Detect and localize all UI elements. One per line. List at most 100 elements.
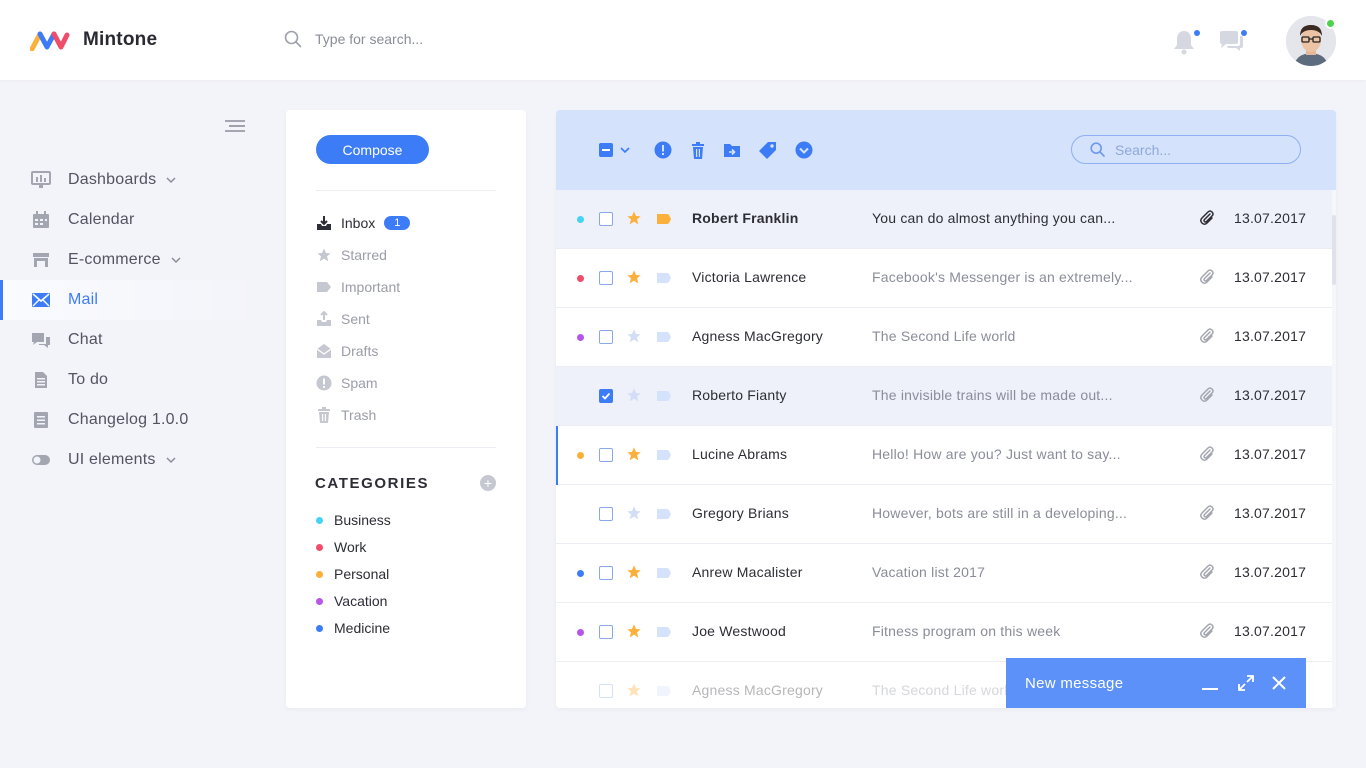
row-checkbox[interactable] <box>599 330 613 344</box>
category-color-dot <box>316 597 323 605</box>
add-category-button[interactable]: + <box>480 475 496 491</box>
category-vacation[interactable]: Vacation <box>316 592 387 610</box>
mail-date: 13.07.2017 <box>1234 387 1307 403</box>
close-button[interactable] <box>1271 675 1287 691</box>
folder-label: Inbox <box>341 215 376 231</box>
global-search-input[interactable] <box>315 31 615 47</box>
delete-icon <box>692 141 704 159</box>
sidebar-item-dashboards[interactable]: Dashboards <box>0 160 260 200</box>
folder-drafts[interactable]: Drafts <box>316 341 378 361</box>
star-icon[interactable] <box>626 623 642 639</box>
mail-row[interactable]: Anrew Macalister Vacation list 2017 13.07.… <box>556 544 1332 603</box>
category-label: Personal <box>334 566 390 582</box>
mail-subject: Vacation list 2017 <box>872 564 986 580</box>
delete-button[interactable] <box>688 140 708 160</box>
star-icon[interactable] <box>626 328 642 344</box>
row-checkbox[interactable] <box>599 271 613 285</box>
sidebar-item-ui-elements[interactable]: UI elements <box>0 440 260 480</box>
label-icon[interactable] <box>656 507 672 521</box>
star-icon[interactable] <box>626 210 642 226</box>
menu-toggle-button[interactable] <box>223 118 247 136</box>
folder-starred[interactable]: Starred <box>316 245 387 265</box>
star-icon[interactable] <box>626 269 642 285</box>
expand-button[interactable] <box>1238 675 1254 691</box>
mail-row[interactable]: Roberto Fianty The invisible trains will … <box>556 367 1332 426</box>
mail-row[interactable]: Robert Franklin You can do almost anythin… <box>556 190 1332 249</box>
folder-spam[interactable]: Spam <box>316 373 378 393</box>
row-checkbox[interactable] <box>599 625 613 639</box>
category-label: Business <box>334 512 391 528</box>
important-icon <box>654 141 672 159</box>
row-checkbox[interactable] <box>599 684 613 698</box>
category-medicine[interactable]: Medicine <box>316 619 390 637</box>
sidebar-item-changelog[interactable]: Changelog 1.0.0 <box>0 400 260 440</box>
more-actions-button[interactable] <box>794 140 814 160</box>
row-checkbox[interactable] <box>599 448 613 462</box>
row-checkbox[interactable] <box>599 212 613 226</box>
sender-name: Joe Westwood <box>692 623 786 639</box>
label-icon[interactable] <box>656 212 672 226</box>
mail-date: 13.07.2017 <box>1234 564 1307 580</box>
mail-row[interactable]: Agness MacGregory The Second Life world 13… <box>556 308 1332 367</box>
label-icon[interactable] <box>656 271 672 285</box>
row-checkbox[interactable] <box>599 566 613 580</box>
minimize-icon <box>1202 688 1218 690</box>
sidebar-item-ecommerce[interactable]: E-commerce <box>0 240 260 280</box>
star-icon[interactable] <box>626 387 642 403</box>
mail-row[interactable]: Gregory Brians However, bots are still in… <box>556 485 1332 544</box>
category-work[interactable]: Work <box>316 538 366 556</box>
spam-icon <box>316 375 332 391</box>
checkmark-icon <box>601 392 611 400</box>
sidebar-item-chat[interactable]: Chat <box>0 320 260 360</box>
sidebar-item-todo[interactable]: To do <box>0 360 260 400</box>
sidebar-item-label: E-commerce <box>68 251 161 268</box>
folder-label: Starred <box>341 247 387 263</box>
label-icon[interactable] <box>656 684 672 698</box>
dashboard-icon <box>31 170 51 190</box>
category-dot <box>577 275 584 282</box>
mail-row[interactable]: Joe Westwood Fitness program on this week… <box>556 603 1332 662</box>
mail-subject: However, bots are still in a developing.… <box>872 505 1128 521</box>
compose-button[interactable]: Compose <box>316 135 429 164</box>
mail-list: Robert Franklin You can do almost anythin… <box>556 190 1332 708</box>
scrollbar-thumb[interactable] <box>1332 215 1336 285</box>
folder-trash[interactable]: Trash <box>316 405 376 425</box>
todo-icon <box>31 370 51 390</box>
row-checkbox[interactable] <box>599 389 613 403</box>
drafts-icon <box>316 343 332 359</box>
label-icon[interactable] <box>656 566 672 580</box>
tag-button[interactable] <box>758 140 778 160</box>
row-checkbox[interactable] <box>599 507 613 521</box>
select-all-button[interactable] <box>597 140 633 160</box>
label-icon[interactable] <box>656 448 672 462</box>
mail-search-input[interactable] <box>1115 141 1285 158</box>
star-icon[interactable] <box>626 505 642 521</box>
folder-important[interactable]: Important <box>316 277 400 297</box>
sidebar-item-mail[interactable]: Mail <box>0 280 260 320</box>
folder-sent[interactable]: Sent <box>316 309 370 329</box>
label-icon[interactable] <box>656 330 672 344</box>
label-icon[interactable] <box>656 625 672 639</box>
new-message-window[interactable]: New message <box>1006 658 1306 708</box>
logo[interactable]: Mintone <box>30 29 157 51</box>
category-dot <box>577 334 584 341</box>
mail-row[interactable]: Lucine Abrams Hello! How are you? Just wa… <box>556 426 1332 485</box>
sender-name: Anrew Macalister <box>692 564 803 580</box>
mark-important-button[interactable] <box>653 140 673 160</box>
mail-row[interactable]: Victoria Lawrence Facebook's Messenger is… <box>556 249 1332 308</box>
category-personal[interactable]: Personal <box>316 565 389 583</box>
star-icon[interactable] <box>626 682 642 698</box>
folder-label: Spam <box>341 375 378 391</box>
star-icon[interactable] <box>626 564 642 580</box>
toggle-icon <box>31 450 51 470</box>
category-business[interactable]: Business <box>316 511 391 529</box>
move-to-folder-button[interactable] <box>722 140 742 160</box>
calendar-icon <box>31 210 51 230</box>
star-icon[interactable] <box>626 446 642 462</box>
label-icon[interactable] <box>656 389 672 403</box>
minimize-button[interactable] <box>1202 675 1218 691</box>
sidebar-item-calendar[interactable]: Calendar <box>0 200 260 240</box>
mail-subject: The invisible trains will be made out... <box>872 387 1113 403</box>
online-status-dot <box>1325 18 1336 29</box>
folder-inbox[interactable]: Inbox 1 <box>316 213 411 233</box>
